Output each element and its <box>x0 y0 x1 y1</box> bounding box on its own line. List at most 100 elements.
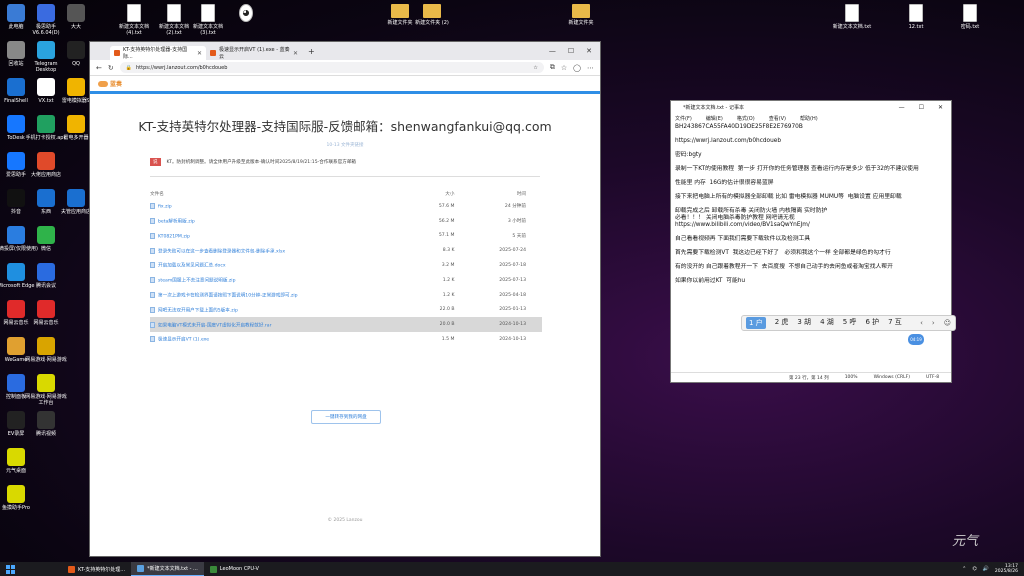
desktop-file[interactable]: 12.txt <box>894 4 938 30</box>
maximize-icon[interactable]: ☐ <box>919 104 924 111</box>
desktop-shortcut[interactable]: 大佬应用商店 <box>24 152 68 178</box>
desktop-item-label: 新建文件夹 (2) <box>415 20 449 26</box>
desktop-shortcut[interactable]: 网易游戏·网易游戏 <box>24 337 68 363</box>
file-row[interactable]: fix.zip 57.6 M 24 分钟前 <box>150 199 542 214</box>
desktop-shortcut-label: 微信 <box>40 246 51 252</box>
profile-icon[interactable]: ◯ <box>573 64 581 72</box>
file-name-cell[interactable]: 极速显示开启VT (1).exe <box>150 332 418 347</box>
file-name[interactable]: 登录失败可以在这一步查看删除登录器和文件包-删除手承.xlsx <box>158 249 285 254</box>
file-name[interactable]: 第一次上游戏卡在检测界面请按照下面说明10分钟-正常游戏即可.zip <box>158 293 298 298</box>
taskbar-app[interactable]: KT-支持英特尔处理... <box>62 562 131 576</box>
file-row[interactable]: beta解析用版.zip 56.2 M 3 小时前 <box>150 214 542 229</box>
ime-candidate[interactable]: 1 户 <box>746 317 766 329</box>
close-icon[interactable]: ✕ <box>586 47 592 55</box>
minimize-icon[interactable]: — <box>549 47 556 55</box>
desktop-shortcut[interactable]: 网易云音乐 <box>24 300 68 326</box>
tab-lanzou-kt[interactable]: KT-支持英特尔处理器-支持国际... ✕ <box>110 46 206 60</box>
file-row[interactable]: 第一次上游戏卡在检测界面请按照下面说明10分钟-正常游戏即可.zip 1.2 K 2… <box>150 288 542 303</box>
desktop-file[interactable]: 密码.txt <box>948 4 992 30</box>
file-name-cell[interactable]: 如果电脑VT模式未开启-国度VT虚拟化开启教程就好.rar <box>150 317 418 333</box>
minimize-icon[interactable]: — <box>899 104 905 111</box>
taskbar-app[interactable]: *新建文本文档.txt - ... <box>131 562 204 576</box>
file-name-cell[interactable]: 网吧无法双开用户下载上面的5版本.zip <box>150 303 418 318</box>
app-icon <box>7 152 25 170</box>
ime-prev-icon[interactable]: ‹ <box>920 319 923 327</box>
notepad-text-area[interactable]: BH243867CA55FA40D19DE25F8E2E76970B https:… <box>671 123 951 371</box>
file-name[interactable]: 极速显示开启VT (1).exe <box>158 338 209 343</box>
file-row[interactable]: KT0821PM.zip 57.1 M 5 天前 <box>150 229 542 244</box>
close-icon[interactable]: ✕ <box>293 50 298 57</box>
file-row[interactable]: 开启加载以及常见问题汇总.docx 3.2 M 2025-07-18 <box>150 258 542 273</box>
ime-candidate[interactable]: 2 虎 <box>775 317 789 329</box>
site-logo[interactable]: 蓝奏 <box>98 79 122 88</box>
file-name[interactable]: 开启加载以及常见问题汇总.docx <box>158 264 226 269</box>
ime-candidate[interactable]: 5 呼 <box>843 317 857 329</box>
file-icon <box>150 262 155 269</box>
save-to-netdisk-button[interactable]: 一键转存到我的网盘 <box>311 410 381 424</box>
file-name-cell[interactable]: 第一次上游戏卡在检测界面请按照下面说明10分钟-正常游戏即可.zip <box>150 288 418 303</box>
desktop-shortcut[interactable]: 鱼摸助手Pro <box>0 485 38 511</box>
clock[interactable]: 13:17 2025/8/26 <box>995 564 1018 574</box>
menu-item[interactable]: 文件(F) <box>675 115 692 122</box>
more-icon[interactable]: ⋯ <box>587 64 594 72</box>
tab-lanzou-exe[interactable]: 极速显示开启VT (1).exe - 蓝奏云 ✕ <box>206 46 302 60</box>
desktop-shortcut[interactable]: 微信 <box>24 226 68 252</box>
desktop-file[interactable]: 新建文本文档.txt <box>830 4 874 30</box>
menu-item[interactable]: 编辑(E) <box>706 115 723 122</box>
network-icon[interactable]: ⌬ <box>972 566 976 572</box>
menu-item[interactable]: 查看(V) <box>769 115 786 122</box>
star-icon[interactable]: ☆ <box>533 65 537 71</box>
menu-item[interactable]: 格式(O) <box>737 115 755 122</box>
desktop-shortcut[interactable]: ◕ <box>224 4 268 24</box>
ime-next-icon[interactable]: › <box>932 319 935 327</box>
file-icon <box>150 291 155 298</box>
file-row[interactable]: steam国服上不去注意问题说明版.zip 1.2 K 2025-07-13 <box>150 273 542 288</box>
file-name-cell[interactable]: 登录失败可以在这一步查看删除登录器和文件包-删除手承.xlsx <box>150 243 418 258</box>
chevron-up-icon[interactable]: ⌃ <box>962 566 966 572</box>
ime-candidate[interactable]: 4 湖 <box>820 317 834 329</box>
taskbar-apps: KT-支持英特尔处理... *新建文本文档.txt - ... LeoMoon CP… <box>62 562 265 576</box>
back-icon[interactable]: ← <box>96 64 102 72</box>
file-row[interactable]: 极速显示开启VT (1).exe 1.5 M 2024-10-13 <box>150 332 542 347</box>
file-name[interactable]: 网吧无法双开用户下载上面的5版本.zip <box>158 308 238 313</box>
file-row[interactable]: 网吧无法双开用户下载上面的5版本.zip 22.0 B 2025-01-13 <box>150 303 542 318</box>
ime-candidate[interactable]: 3 胡 <box>797 317 811 329</box>
address-bar[interactable]: 🔒 https://wwrj.lanzout.com/b0hcdoueb ☆ <box>119 62 544 73</box>
file-name[interactable]: KT0821PM.zip <box>158 234 190 239</box>
file-name[interactable]: 如果电脑VT模式未开启-国度VT虚拟化开启教程就好.rar <box>158 323 271 328</box>
desktop-shortcut[interactable]: 网易游戏·网易游戏工作台 <box>24 374 68 406</box>
file-name-cell[interactable]: beta解析用版.zip <box>150 214 418 229</box>
ime-status-badge[interactable]: 04:19 <box>908 334 924 345</box>
file-name-cell[interactable]: 开启加载以及常见问题汇总.docx <box>150 258 418 273</box>
file-name[interactable]: beta解析用版.zip <box>158 219 195 224</box>
file-name[interactable]: fix.zip <box>158 205 172 210</box>
close-icon[interactable]: ✕ <box>197 50 202 57</box>
desktop-file[interactable]: 新建文本文档 (4).txt <box>112 4 156 36</box>
file-row[interactable]: 登录失败可以在这一步查看删除登录器和文件包-删除手承.xlsx 8.3 K 2025… <box>150 243 542 258</box>
new-tab-button[interactable]: + <box>308 47 315 56</box>
start-button[interactable] <box>2 564 18 574</box>
extensions-icon[interactable]: ⧉ <box>550 63 555 72</box>
close-icon[interactable]: ✕ <box>938 104 943 111</box>
menu-item[interactable]: 帮助(H) <box>800 115 818 122</box>
taskbar-app[interactable]: LeoMoon CPU-V <box>204 562 265 576</box>
file-name-cell[interactable]: steam国服上不去注意问题说明版.zip <box>150 273 418 288</box>
file-name-cell[interactable]: fix.zip <box>150 199 418 214</box>
favorites-icon[interactable]: ☆ <box>561 64 567 72</box>
desktop-folder[interactable]: 新建文件夹 <box>559 4 603 26</box>
desktop-shortcut[interactable]: 元气桌面 <box>0 448 38 474</box>
file-row[interactable]: 如果电脑VT模式未开启-国度VT虚拟化开启教程就好.rar 20.0 B 2024-… <box>150 317 542 333</box>
desktop-shortcut[interactable]: 大大 <box>54 4 98 30</box>
file-name[interactable]: steam国服上不去注意问题说明版.zip <box>158 279 236 284</box>
text-line: 如果你以前用过KT 可能hu <box>675 278 746 285</box>
ime-candidate[interactable]: 6 护 <box>865 317 879 329</box>
file-name-cell[interactable]: KT0821PM.zip <box>150 229 418 244</box>
desktop-shortcut[interactable]: 腾讯会议 <box>24 263 68 289</box>
emoji-icon[interactable]: ☺ <box>944 319 951 327</box>
refresh-icon[interactable]: ↻ <box>108 64 114 72</box>
volume-icon[interactable]: 🔊 <box>983 566 989 572</box>
maximize-icon[interactable]: ☐ <box>568 47 574 55</box>
desktop-folder[interactable]: 新建文件夹 (2) <box>410 4 454 26</box>
ime-candidate[interactable]: 7 互 <box>888 317 902 329</box>
desktop-shortcut[interactable]: 腾讯视频 <box>24 411 68 437</box>
